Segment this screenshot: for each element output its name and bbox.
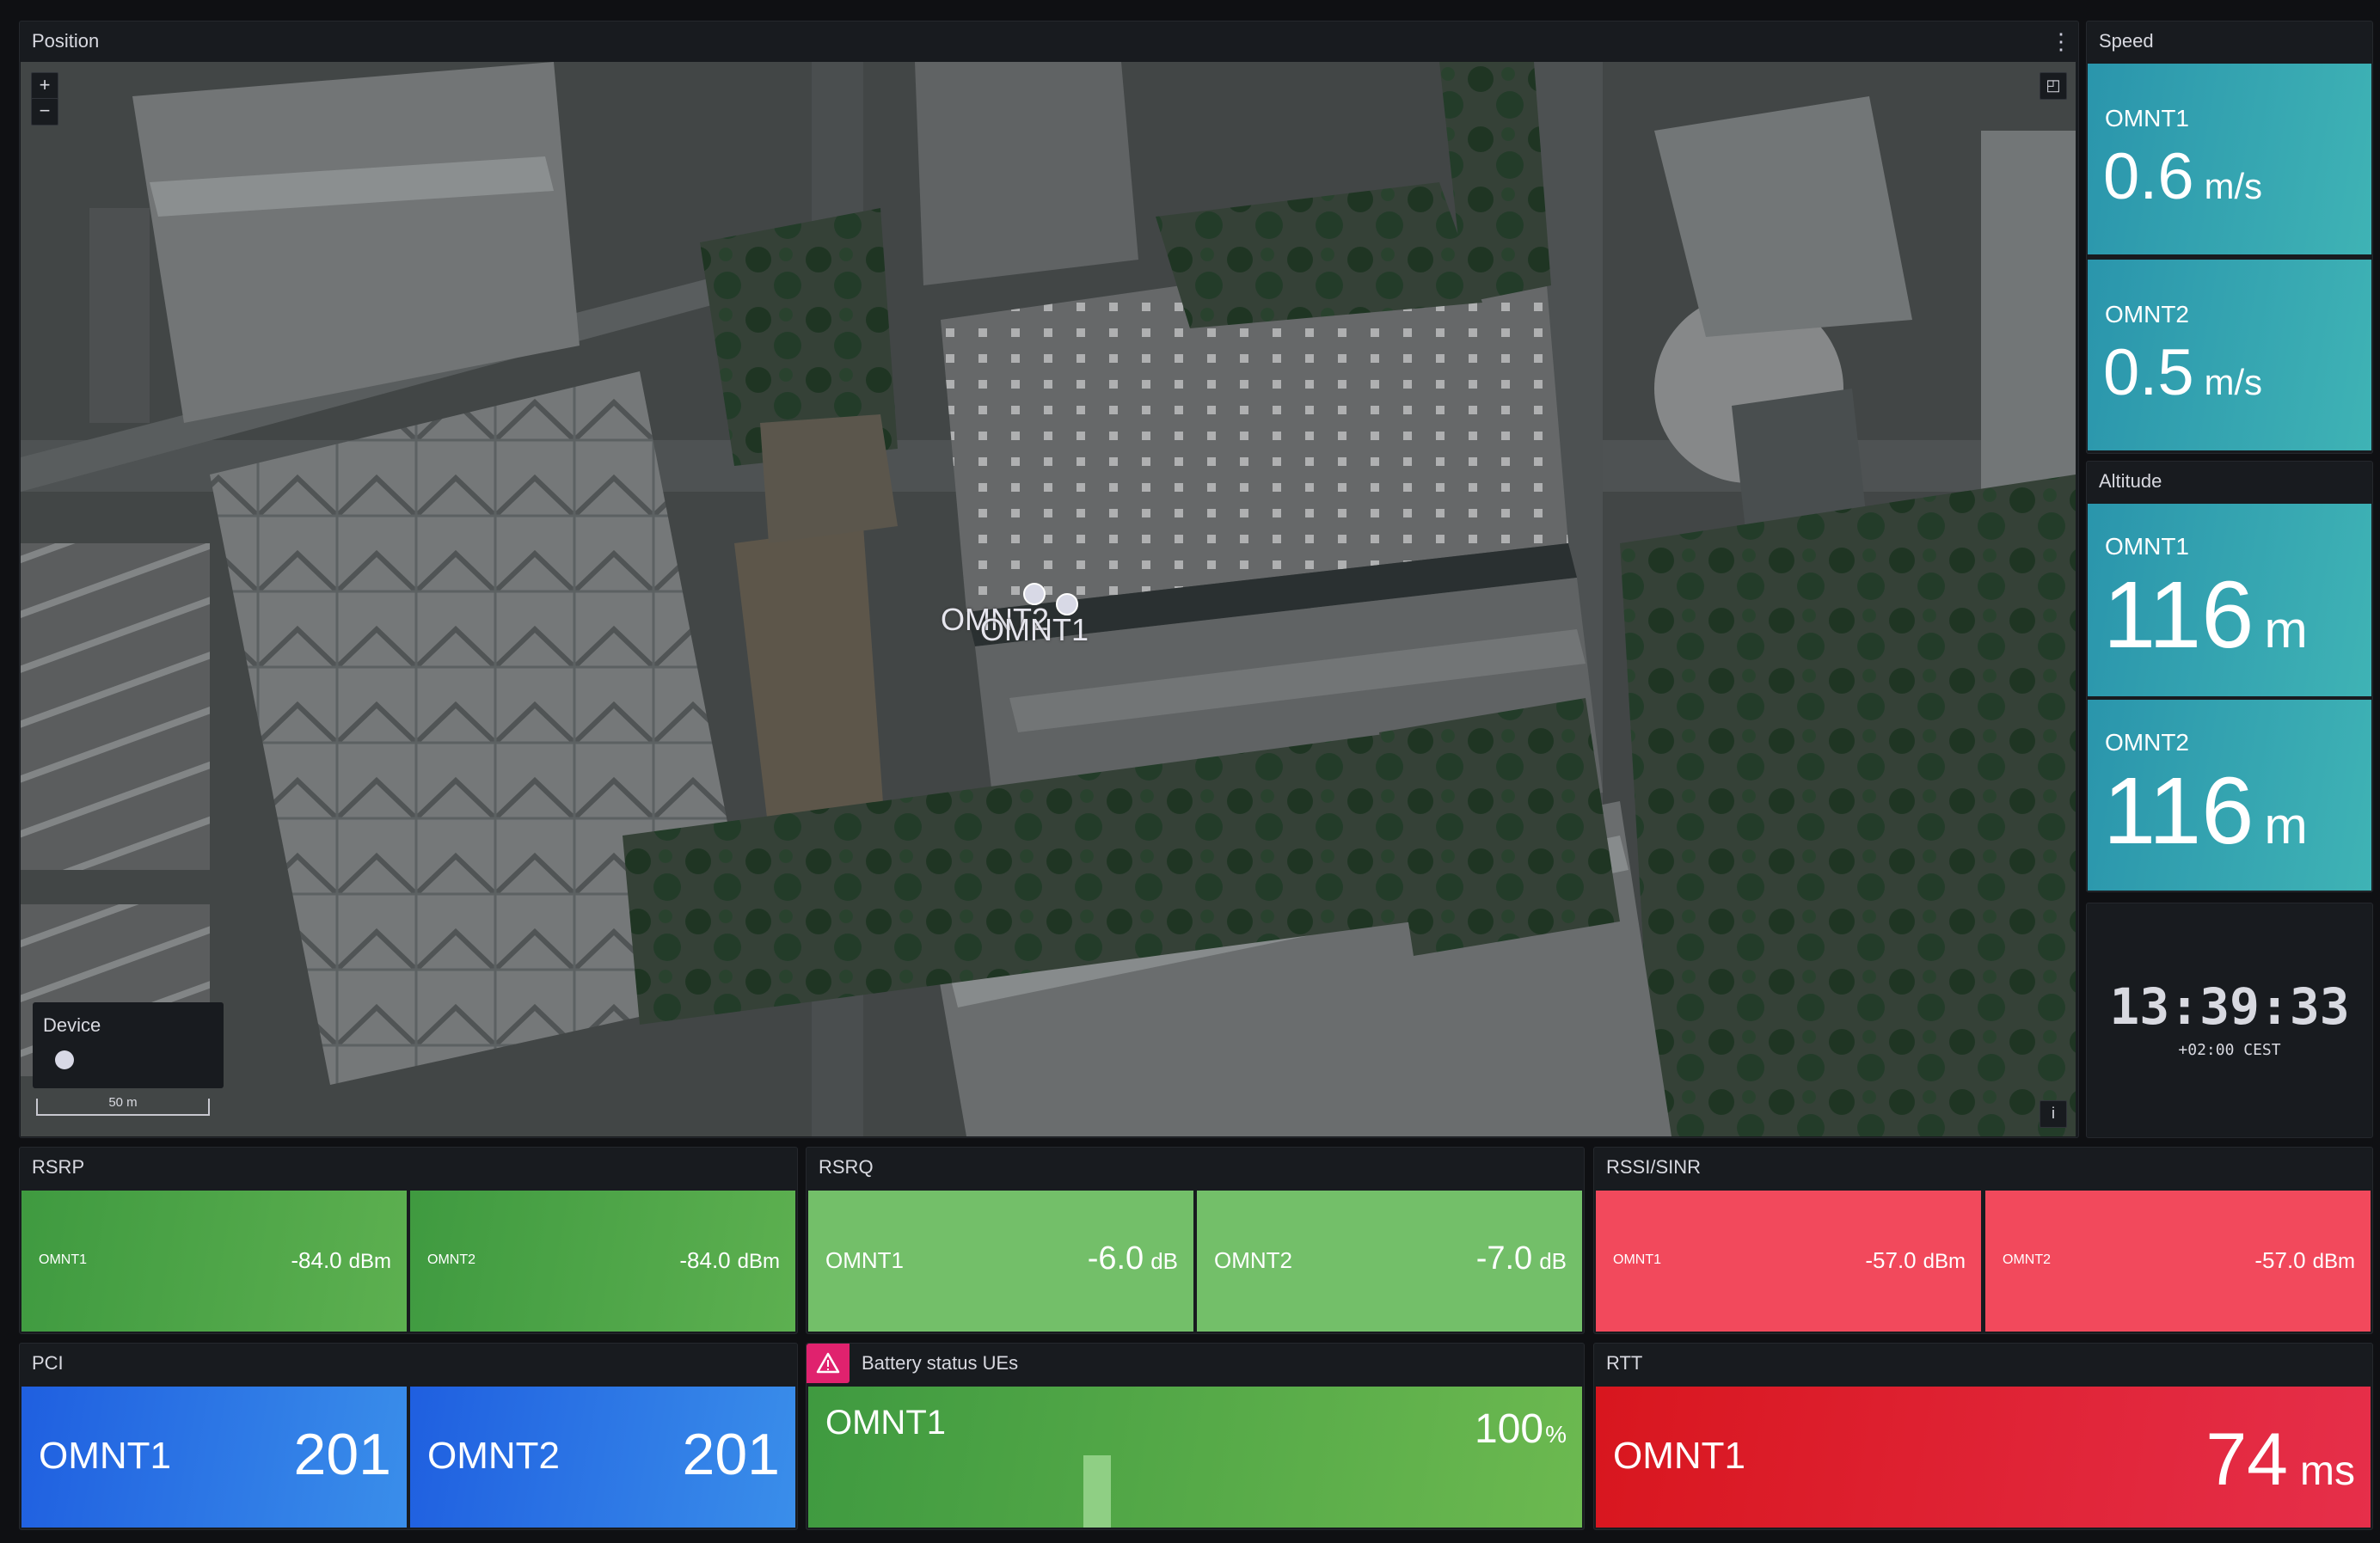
rtt-unit: ms [2300,1448,2355,1494]
rsrq-number: -7.0 [1475,1240,1533,1277]
rsrp-number: -84.0 [679,1247,731,1273]
speed-value: 0.6 m/s [2103,139,2262,214]
speed-unit: m/s [2204,166,2262,206]
rssi-number: -57.0 [1865,1247,1917,1273]
marker-label-omnt1: OMNT1 [980,612,1089,647]
warning-icon[interactable] [807,1344,850,1383]
satellite-imagery [21,62,2076,1136]
pci-stat-omnt2: OMNT2 201 [410,1387,795,1528]
rsrq-value: -7.0 dB [1476,1240,1567,1277]
pci-value: 201 [293,1422,391,1487]
pci-device-name: OMNT1 [39,1435,171,1477]
rssi-value: -57.0 dBm [2254,1247,2355,1274]
altitude-panel-title: Altitude [2099,470,2162,492]
altitude-device-name: OMNT2 [2105,729,2189,756]
speed-stat-omnt2: OMNT2 0.5 m/s [2088,260,2371,450]
rsrp-stat-omnt2: OMNT2 -84.0 dBm [410,1191,795,1332]
battery-panel-title: Battery status UEs [862,1352,1019,1374]
battery-value: 100% [1475,1405,1567,1453]
rtt-stat-omnt1: OMNT1 74 ms [1596,1387,2371,1528]
altitude-stat-omnt2: OMNT2 116 m [2088,700,2371,891]
satellite-map[interactable]: + − ◰ OMNT2 OMNT1 Device 50 m i [21,62,2076,1136]
rssi-stat-omnt2: OMNT2 -57.0 dBm [1985,1191,2371,1332]
rsrp-device-name: OMNT2 [427,1252,475,1267]
clock-timezone: +02:00 CEST [2178,1041,2281,1059]
rsrq-value: -6.0 dB [1088,1240,1178,1277]
legend-device-dot-icon [55,1050,74,1069]
rtt-panel-title: RTT [1606,1352,1643,1374]
map-scale-bar: 50 m [36,1095,210,1116]
rssi-value: -57.0 dBm [1865,1247,1966,1274]
rsrp-value: -84.0 dBm [291,1247,391,1274]
battery-unit: % [1545,1421,1567,1448]
clock-time: 13:39:33 [2109,977,2350,1036]
altitude-number: 116 [2103,562,2254,668]
altitude-number: 116 [2103,758,2254,864]
rsrp-unit: dBm [348,1250,391,1273]
rssi-unit: dBm [1923,1250,1966,1273]
battery-level-bar [1083,1455,1111,1528]
altitude-device-name: OMNT1 [2105,533,2189,560]
rsrp-unit: dBm [737,1250,780,1273]
position-panel-title: Position [32,30,100,52]
rsrq-panel-title: RSRQ [819,1156,874,1178]
speed-number: 0.5 [2103,336,2194,409]
rsrp-panel-title: RSRP [32,1156,85,1178]
scale-label: 50 m [108,1095,138,1110]
rssi-stat-omnt1: OMNT1 -57.0 dBm [1596,1191,1981,1332]
speed-device-name: OMNT1 [2105,105,2189,132]
speed-number: 0.6 [2103,140,2194,213]
rssi-unit: dBm [2312,1250,2355,1273]
battery-device-name: OMNT1 [825,1404,946,1442]
rsrq-unit: dB [1150,1248,1178,1274]
rsrp-device-name: OMNT1 [39,1252,87,1267]
rsrp-number: -84.0 [291,1247,342,1273]
rssi-device-name: OMNT2 [2003,1252,2051,1267]
speed-value: 0.5 m/s [2103,335,2262,410]
legend-title: Device [43,1014,101,1036]
pci-panel-title: PCI [32,1352,64,1374]
altitude-unit: m [2264,796,2308,854]
rsrq-number: -6.0 [1087,1240,1144,1277]
altitude-value: 116 m [2103,756,2308,866]
altitude-value: 116 m [2103,560,2308,670]
map-info-button[interactable]: i [2040,1100,2067,1128]
rtt-value: 74 ms [2205,1417,2355,1503]
map-layers-icon[interactable]: ◰ [2040,72,2067,100]
battery-number: 100 [1475,1406,1544,1452]
rsrq-stat-omnt1: OMNT1 -6.0 dB [808,1191,1193,1332]
panel-menu-icon[interactable]: ⋮ [2049,28,2073,54]
rsrq-stat-omnt2: OMNT2 -7.0 dB [1197,1191,1582,1332]
rsrq-unit: dB [1539,1248,1567,1274]
zoom-out-button[interactable]: − [31,98,58,126]
pci-device-name: OMNT2 [427,1435,560,1477]
pci-stat-omnt1: OMNT1 201 [21,1387,407,1528]
pci-value: 201 [682,1422,780,1487]
altitude-unit: m [2264,600,2308,658]
rsrp-value: -84.0 dBm [679,1247,780,1274]
map-legend: Device [33,1002,224,1088]
battery-stat-omnt1: OMNT1 100% [808,1387,1582,1528]
altitude-stat-omnt1: OMNT1 116 m [2088,504,2371,696]
rssi-number: -57.0 [2254,1247,2306,1273]
rsrp-stat-omnt1: OMNT1 -84.0 dBm [21,1191,407,1332]
rtt-number: 74 [2205,1418,2289,1501]
speed-stat-omnt1: OMNT1 0.6 m/s [2088,64,2371,254]
speed-panel-title: Speed [2099,30,2154,52]
speed-unit: m/s [2204,362,2262,402]
rssi-panel-title: RSSI/SINR [1606,1156,1702,1178]
speed-device-name: OMNT2 [2105,301,2189,328]
rsrq-device-name: OMNT1 [825,1247,904,1273]
rssi-device-name: OMNT1 [1613,1252,1661,1267]
clock-panel: 13:39:33 +02:00 CEST [2086,903,2373,1138]
rtt-device-name: OMNT1 [1613,1435,1745,1477]
zoom-in-button[interactable]: + [31,72,58,100]
rsrq-device-name: OMNT2 [1214,1247,1292,1273]
